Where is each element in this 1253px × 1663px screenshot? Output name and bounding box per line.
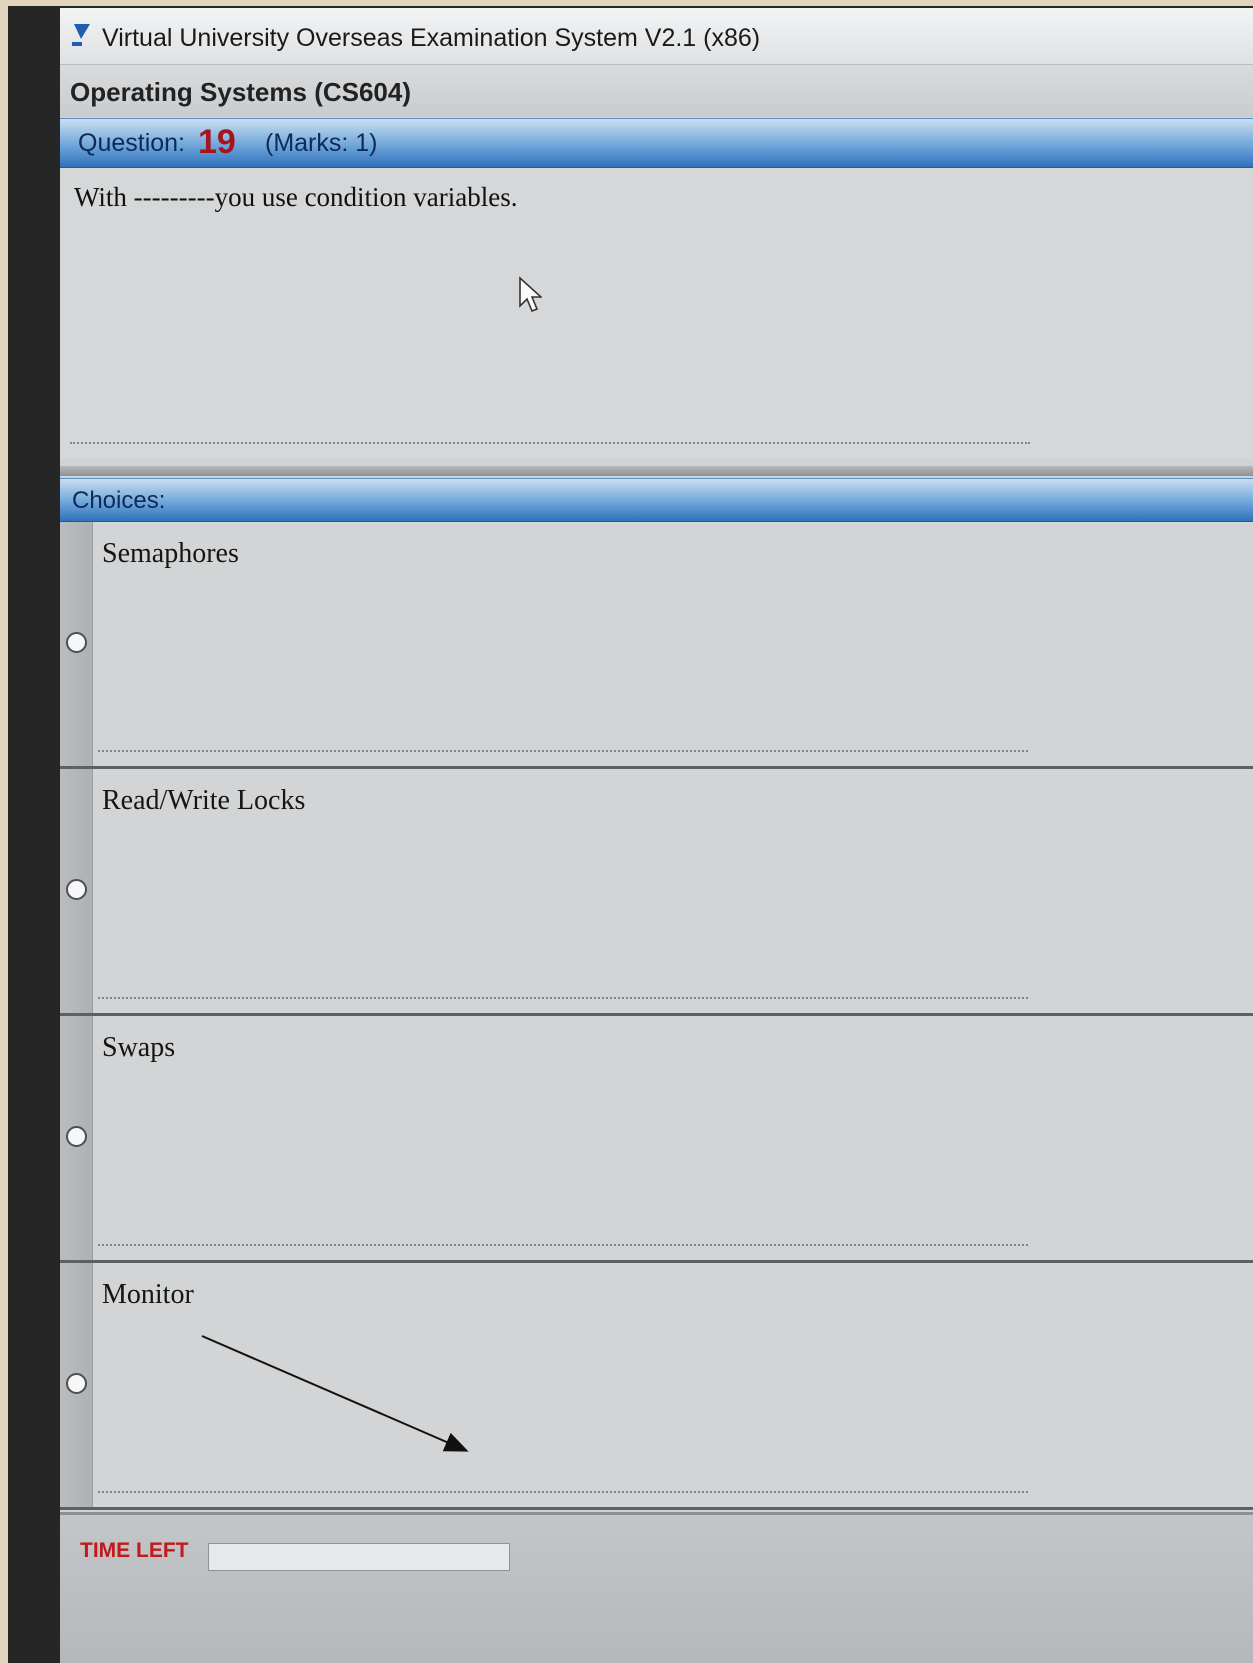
choice-row-read-write-locks[interactable]: Read/Write Locks xyxy=(60,769,1253,1016)
choice-radio-monitor[interactable] xyxy=(66,1373,87,1394)
choice-row-semaphores[interactable]: Semaphores xyxy=(60,522,1253,769)
window-titlebar: Virtual University Overseas Examination … xyxy=(60,8,1253,65)
choice-gutter xyxy=(60,522,93,766)
choice-label: Monitor xyxy=(102,1279,194,1310)
status-bar: TIME LEFT xyxy=(60,1512,1253,1663)
question-separator xyxy=(60,466,1253,476)
choice-label: Semaphores xyxy=(102,538,239,569)
question-label: Question: xyxy=(78,129,186,157)
choice-gutter xyxy=(60,769,93,1013)
choice-gutter xyxy=(60,1016,93,1260)
choices-label: Choices: xyxy=(72,487,166,514)
time-left-label: TIME LEFT xyxy=(80,1539,189,1562)
question-panel: With ---------you use condition variable… xyxy=(60,168,1253,458)
course-header: Operating Systems (CS604) xyxy=(60,65,1253,117)
annotation-arrow-icon xyxy=(201,1335,469,1452)
choices-header: Choices: xyxy=(60,478,1253,523)
exam-window: Virtual University Overseas Examination … xyxy=(60,8,1253,1663)
time-left-display xyxy=(208,1543,510,1571)
choice-radio-semaphores[interactable] xyxy=(66,632,87,653)
choice-radio-swaps[interactable] xyxy=(66,1126,87,1147)
choice-divider xyxy=(98,997,1028,999)
mouse-cursor-icon xyxy=(519,276,542,313)
choice-divider xyxy=(98,750,1028,752)
choice-radio-read-write-locks[interactable] xyxy=(66,879,87,900)
choice-divider xyxy=(98,1244,1028,1246)
choice-label: Read/Write Locks xyxy=(102,785,306,816)
course-title: Operating Systems (CS604) xyxy=(70,77,412,107)
question-divider xyxy=(70,442,1030,444)
question-marks: (Marks: 1) xyxy=(265,129,378,157)
choice-gutter xyxy=(60,1263,93,1507)
question-text: With ---------you use condition variable… xyxy=(74,182,518,212)
app-logo-icon xyxy=(72,24,90,46)
choice-row-swaps[interactable]: Swaps xyxy=(60,1016,1253,1263)
window-title: Virtual University Overseas Examination … xyxy=(102,24,761,52)
choice-divider xyxy=(98,1491,1028,1493)
question-number: 19 xyxy=(198,123,236,161)
question-header: Question: 19 (Marks: 1) xyxy=(60,118,1253,169)
choice-label: Swaps xyxy=(102,1032,176,1063)
